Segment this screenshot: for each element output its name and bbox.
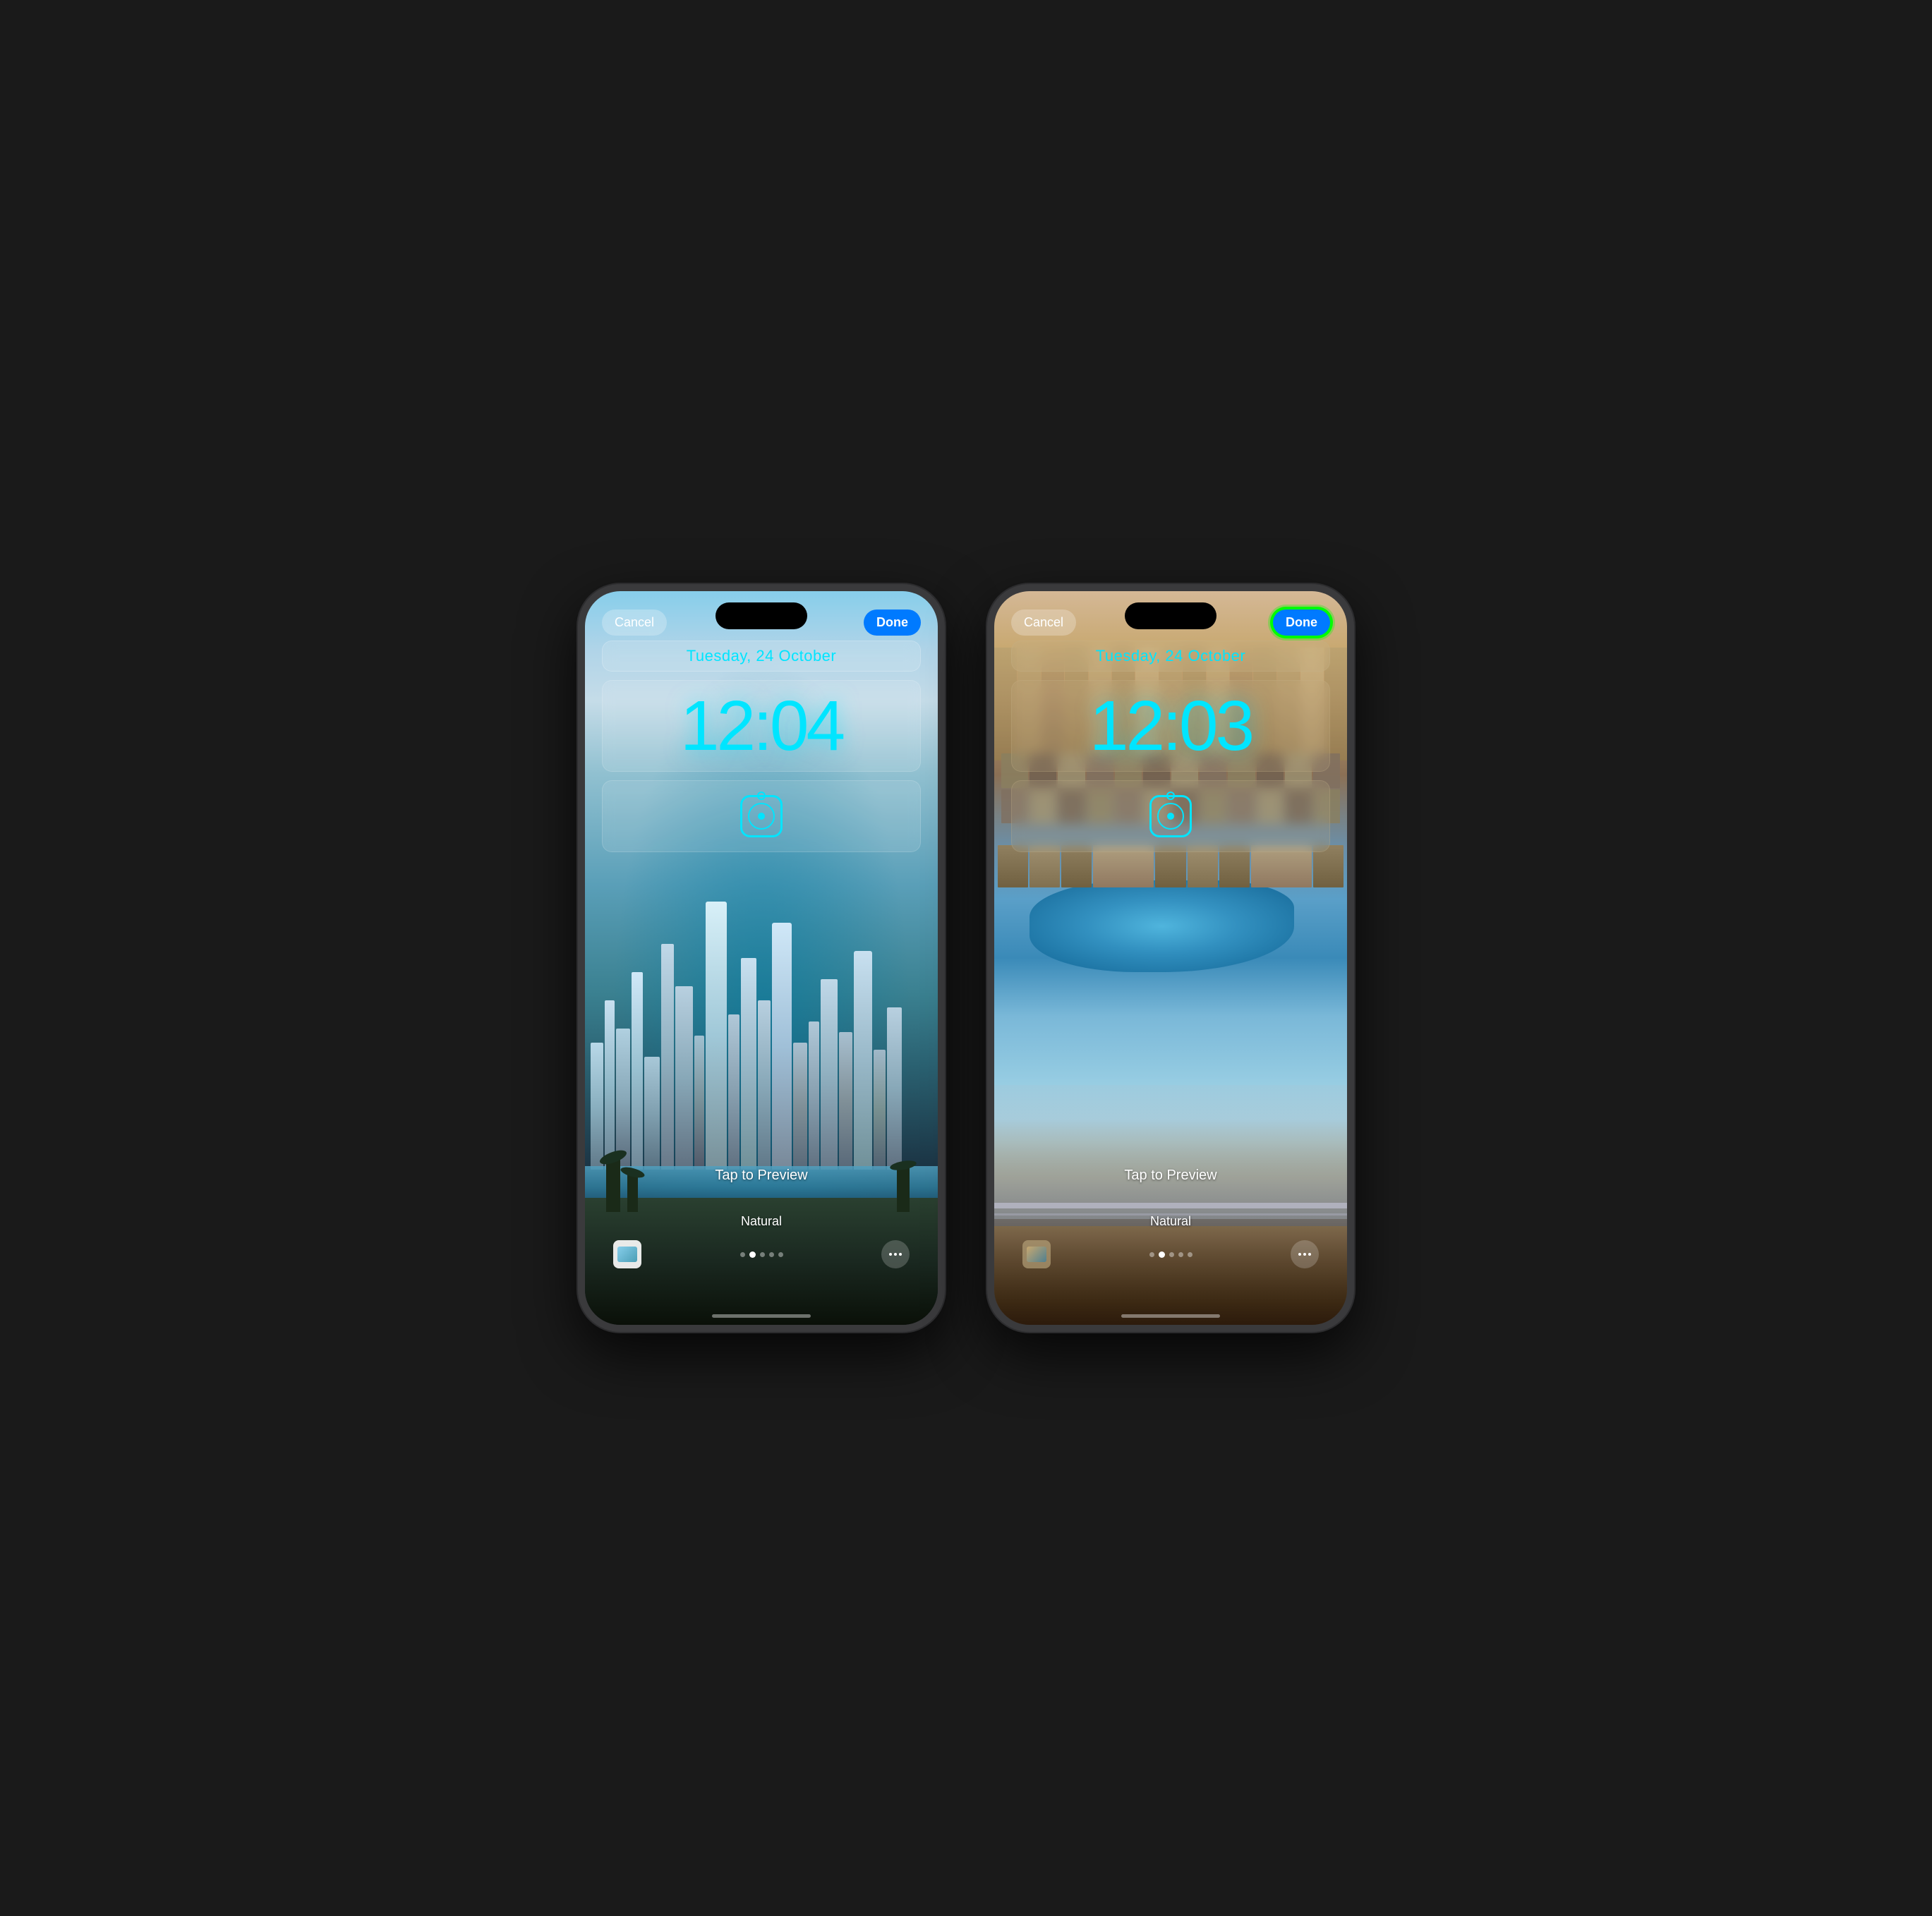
filter-name-right: Natural [1150, 1214, 1191, 1229]
watch-icon-left [740, 795, 783, 837]
time-widget-right: 12:03 [1011, 680, 1330, 772]
phone-comparison: Cancel Done Tuesday, 24 October 12:04 [578, 584, 1354, 1332]
lockscreen-right: Tuesday, 24 October 12:03 [994, 641, 1347, 852]
watch-face-right [1157, 803, 1184, 830]
tap-to-preview-left[interactable]: Tap to Preview [585, 1168, 938, 1184]
home-indicator-right [1121, 1314, 1220, 1318]
more-button-right[interactable] [1291, 1240, 1319, 1268]
dynamic-island-right [1125, 602, 1216, 629]
bottom-controls-right: Natural [994, 1214, 1347, 1268]
phone-left: Cancel Done Tuesday, 24 October 12:04 [578, 584, 945, 1332]
wallpaper-thumbnail-right [1027, 1247, 1046, 1262]
more-dot-2-left [894, 1253, 897, 1256]
date-text-right: Tuesday, 24 October [1096, 647, 1246, 665]
more-dot-3-left [899, 1253, 902, 1256]
cancel-button-left[interactable]: Cancel [602, 610, 667, 636]
lockscreen-left: Tuesday, 24 October 12:04 [585, 641, 938, 852]
watch-widget-left [602, 780, 921, 852]
cancel-button-right[interactable]: Cancel [1011, 610, 1076, 636]
watch-widget-right [1011, 780, 1330, 852]
watch-dot-right [1167, 813, 1174, 820]
watch-icon-right [1149, 795, 1192, 837]
dot-4-left [769, 1252, 774, 1257]
more-dot-2-right [1303, 1253, 1306, 1256]
page-dots-left [740, 1251, 783, 1258]
done-button-left[interactable]: Done [864, 610, 921, 636]
page-dots-right [1149, 1251, 1193, 1258]
more-dot-1-right [1298, 1253, 1301, 1256]
time-text-left: 12:04 [680, 686, 843, 765]
dot-5-right [1188, 1252, 1193, 1257]
watch-face-left [748, 803, 775, 830]
dot-3-left [760, 1252, 765, 1257]
dot-4-right [1178, 1252, 1183, 1257]
phone-right-frame: Cancel Done Tuesday, 24 October 12:03 [987, 584, 1354, 1332]
dots-row-left [585, 1240, 938, 1268]
wallpaper-icon-left[interactable] [613, 1240, 641, 1268]
done-button-right[interactable]: Done [1273, 610, 1330, 636]
filter-name-left: Natural [741, 1214, 782, 1229]
dots-row-right [994, 1240, 1347, 1268]
dynamic-island-left [716, 602, 807, 629]
dot-1-right [1149, 1252, 1154, 1257]
time-text-right: 12:03 [1089, 686, 1252, 765]
dot-3-right [1169, 1252, 1174, 1257]
more-dot-3-right [1308, 1253, 1311, 1256]
dot-2-right [1159, 1251, 1165, 1258]
more-dot-1-left [889, 1253, 892, 1256]
wallpaper-thumbnail-left [617, 1247, 637, 1262]
bottom-controls-left: Natural [585, 1214, 938, 1268]
dot-1-left [740, 1252, 745, 1257]
tap-to-preview-right[interactable]: Tap to Preview [994, 1168, 1347, 1184]
more-button-left[interactable] [881, 1240, 910, 1268]
date-text-left: Tuesday, 24 October [687, 647, 837, 665]
phone-right: Cancel Done Tuesday, 24 October 12:03 [987, 584, 1354, 1332]
dot-5-left [778, 1252, 783, 1257]
watch-dot-left [758, 813, 765, 820]
home-indicator-left [712, 1314, 811, 1318]
dot-2-left [749, 1251, 756, 1258]
wallpaper-icon-right[interactable] [1022, 1240, 1051, 1268]
phone-left-frame: Cancel Done Tuesday, 24 October 12:04 [578, 584, 945, 1332]
time-widget-left: 12:04 [602, 680, 921, 772]
